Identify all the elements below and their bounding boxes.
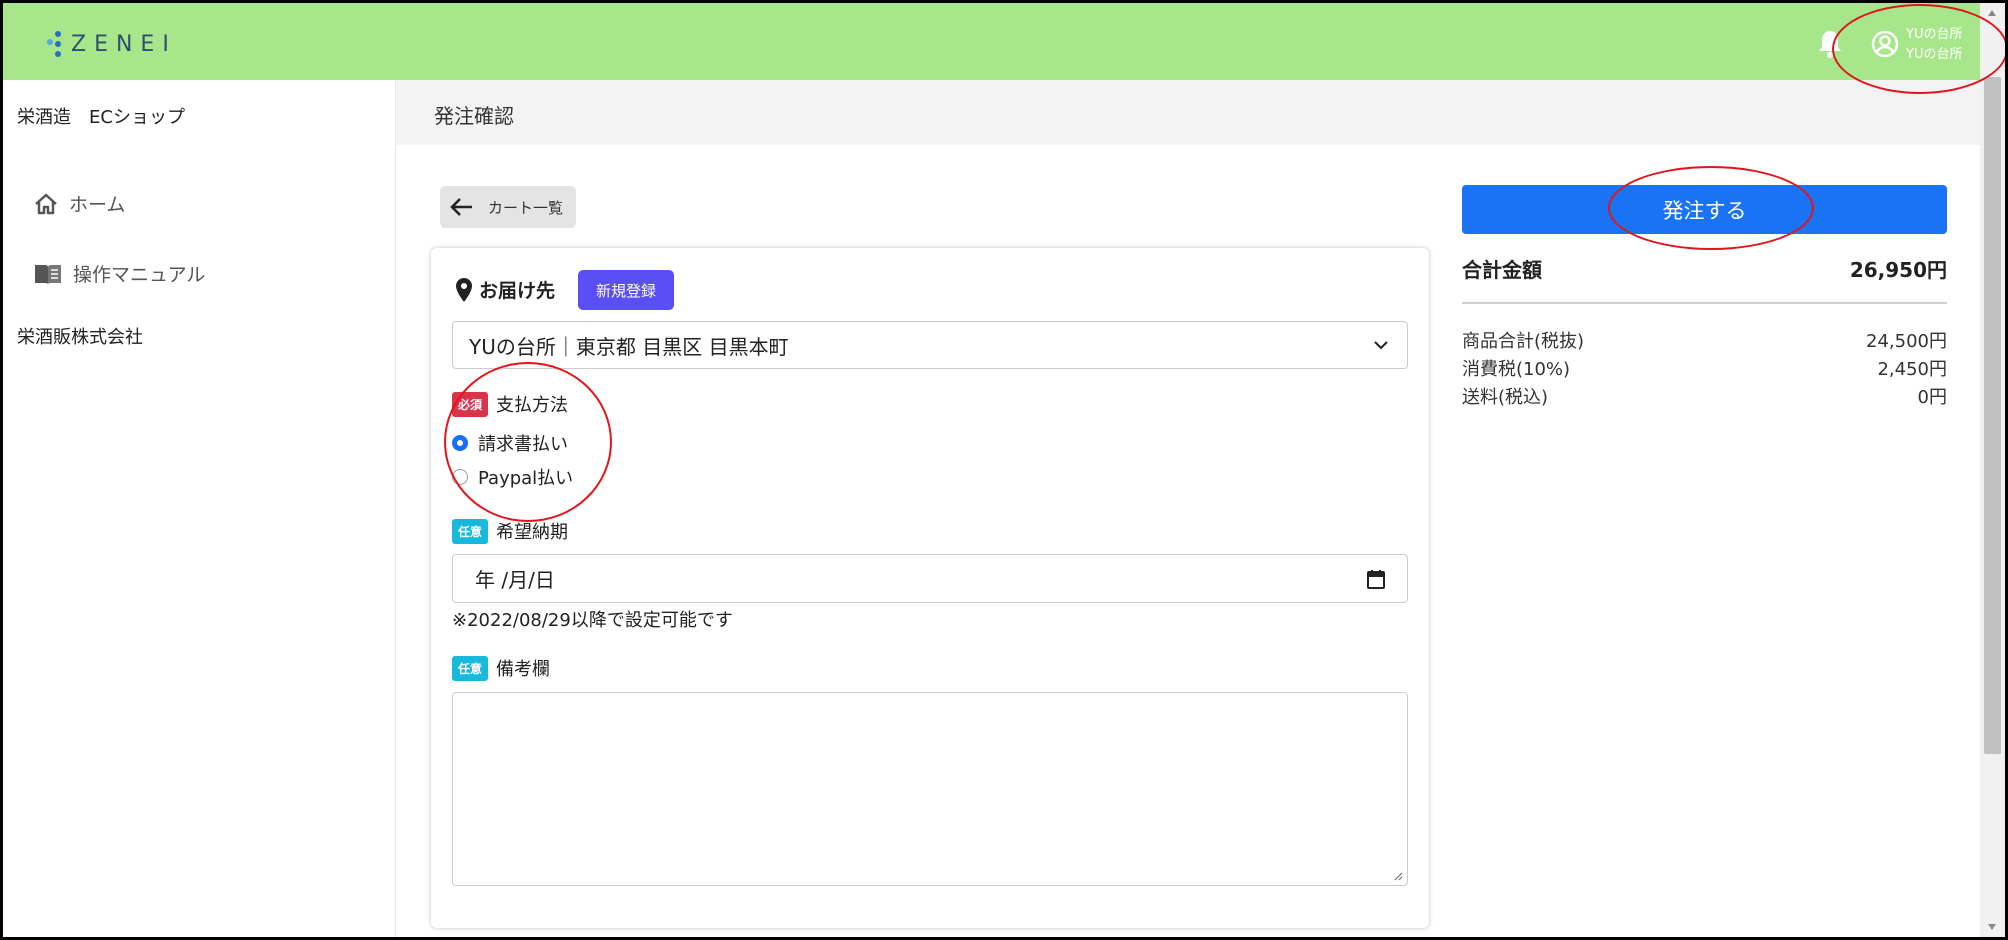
shipping-row: 送料(税込) 0円: [1462, 383, 1947, 409]
payment-method-label: 必須 支払方法: [452, 391, 568, 417]
user-name-line1: YUの台所: [1906, 27, 1963, 42]
user-menu[interactable]: YUの台所 YUの台所: [1906, 25, 1962, 65]
book-icon: [35, 264, 61, 284]
delivery-address-select[interactable]: YUの台所｜東京都 目黒区 目黒本町: [452, 321, 1408, 369]
map-pin-icon: [456, 277, 472, 302]
logo-text: ZENEI: [71, 31, 177, 57]
page-title: 発注確認: [434, 104, 514, 128]
payment-method-text: 支払方法: [496, 395, 569, 416]
notes-label: 任意 備考欄: [452, 655, 550, 681]
date-placeholder: 年 /月/日: [475, 568, 555, 592]
delivery-date-input[interactable]: 年 /月/日: [452, 554, 1408, 603]
radio-unchecked[interactable]: [452, 469, 468, 485]
notes-textarea[interactable]: [452, 692, 1408, 886]
calendar-icon[interactable]: [1367, 569, 1385, 589]
subtotal-label: 商品合計(税抜): [1462, 331, 1585, 352]
company-name: 栄酒販株式会社: [17, 327, 143, 348]
payment-option-invoice[interactable]: 請求書払い: [452, 430, 568, 456]
new-address-button[interactable]: 新規登録: [578, 270, 674, 310]
shipping-value: 0円: [1917, 387, 1947, 408]
total-value: 26,950円: [1849, 258, 1947, 282]
total-amount-row: 合計金額 26,950円: [1462, 254, 1947, 283]
radio-checked[interactable]: [452, 435, 468, 451]
logo-mark-icon: [45, 31, 63, 57]
order-form-card: お届け先 新規登録 YUの台所｜東京都 目黒区 目黒本町 必須 支払方法 請求書…: [431, 248, 1429, 928]
bell-icon[interactable]: [1815, 28, 1845, 60]
back-to-cart-button[interactable]: カート一覧: [440, 186, 576, 228]
sidebar-item-label: ホーム: [69, 194, 126, 216]
scroll-thumb[interactable]: [1984, 77, 2001, 754]
sidebar: 栄酒造 ECショップ ホーム 操作マニュアル 栄酒販株式会社: [3, 80, 396, 937]
subtotal-value: 24,500円: [1866, 331, 1947, 352]
resize-grip-icon[interactable]: [1393, 871, 1403, 881]
page-header: 発注確認: [396, 80, 1980, 145]
payment-option-label: 請求書払い: [478, 434, 568, 455]
scroll-down-icon[interactable]: [1987, 923, 1997, 931]
shipping-label: 送料(税込): [1462, 387, 1549, 408]
scroll-up-icon[interactable]: [1987, 9, 1997, 17]
delivery-date-label: 任意 希望納期: [452, 518, 568, 544]
back-button-label: カート一覧: [488, 198, 564, 217]
vertical-scrollbar[interactable]: [1980, 3, 2005, 937]
tax-value: 2,450円: [1877, 359, 1947, 380]
user-name-line2: YUの台所: [1906, 47, 1963, 62]
home-icon: [35, 193, 57, 214]
sidebar-item-label: 操作マニュアル: [73, 264, 206, 286]
delivery-title: お届け先: [479, 280, 556, 302]
notes-text: 備考欄: [496, 659, 551, 680]
sidebar-item-manual[interactable]: 操作マニュアル: [33, 260, 205, 287]
required-badge: 必須: [452, 391, 489, 417]
tax-row: 消費税(10%) 2,450円: [1462, 355, 1947, 381]
optional-badge: 任意: [452, 518, 489, 544]
shop-name: 栄酒造 ECショップ: [17, 107, 185, 128]
logo[interactable]: ZENEI: [45, 31, 177, 57]
sidebar-item-home[interactable]: ホーム: [33, 190, 125, 217]
payment-option-label: Paypal払い: [478, 468, 574, 489]
delivery-section-title: お届け先: [455, 276, 555, 303]
top-header: ZENEI YUの台所 YUの台所: [3, 3, 2005, 80]
subtotal-row: 商品合計(税抜) 24,500円: [1462, 327, 1947, 353]
delivery-date-text: 希望納期: [496, 522, 569, 543]
total-label: 合計金額: [1462, 258, 1542, 282]
chevron-down-icon: [1374, 341, 1388, 350]
tax-label: 消費税(10%): [1462, 359, 1571, 380]
user-circle-icon[interactable]: [1870, 29, 1900, 59]
arrow-left-icon: [450, 198, 472, 216]
delivery-date-hint: ※2022/08/29以降で設定可能です: [452, 610, 733, 631]
optional-badge: 任意: [452, 655, 489, 681]
summary-divider: [1462, 302, 1947, 304]
delivery-address-value: YUの台所｜東京都 目黒区 目黒本町: [469, 334, 789, 359]
place-order-button[interactable]: 発注する: [1462, 185, 1947, 234]
payment-option-paypal[interactable]: Paypal払い: [452, 464, 573, 490]
